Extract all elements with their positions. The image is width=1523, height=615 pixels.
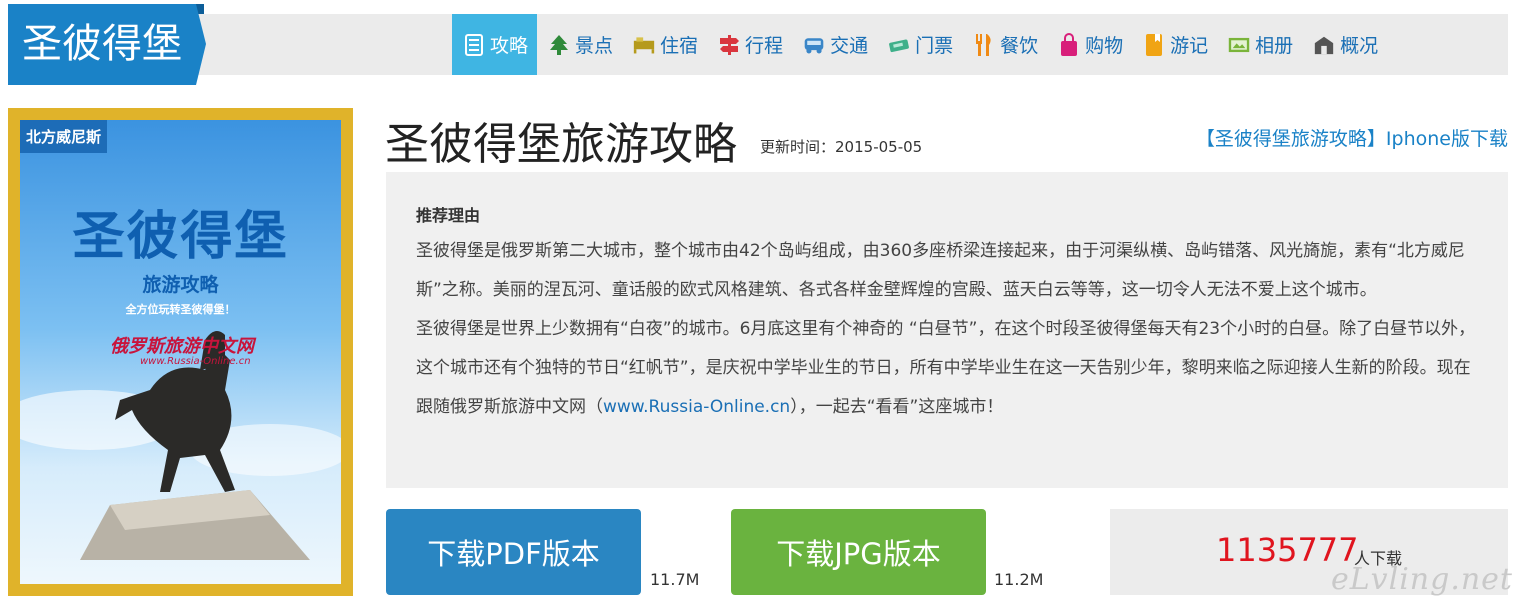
recommendation-paragraph-2: 圣彼得堡是世界上少数拥有“白夜”的城市。6月底这里有个神奇的 “白昼节”，在这个… [416,310,1478,427]
guide-cover-image[interactable]: 北方威尼斯 圣彼得堡 旅游攻略 全方位玩转圣彼得堡！ 俄罗斯旅游中文网 www.… [8,108,353,596]
cover-tag: 北方威尼斯 [20,120,108,153]
tab-label: 行程 [745,35,784,57]
tab-itinerary[interactable]: 行程 [707,14,792,75]
document-icon [463,33,485,56]
download-pdf-button[interactable]: 下载PDF版本 [386,509,641,595]
cover-title: 圣彼得堡 [72,207,289,267]
signpost-icon [718,34,740,56]
brand-title[interactable]: 圣彼得堡 [8,4,206,85]
jpg-file-size: 11.2M [994,570,1044,589]
bed-icon [633,34,655,56]
paragraph-text: ），一起去“看看”这座城市！ [790,397,1004,417]
tab-label: 游记 [1170,35,1209,57]
bus-icon [803,34,825,56]
watermark: eLvling.net [1330,562,1513,597]
tab-label: 购物 [1085,35,1124,57]
tab-album[interactable]: 相册 [1217,14,1302,75]
page-title: 圣彼得堡旅游攻略 [385,119,737,170]
ticket-icon [888,34,910,56]
tab-label: 住宿 [660,35,699,57]
tab-tickets[interactable]: 门票 [877,14,962,75]
update-date: 2015-05-05 [835,138,923,156]
recommendation-box: 推荐理由 圣彼得堡是俄罗斯第二大城市，整个城市由42个岛屿组成，由360多座桥梁… [386,172,1508,488]
notebook-icon [1143,33,1165,56]
update-label: 更新时间： [760,138,836,156]
download-jpg-button[interactable]: 下载JPG版本 [731,509,986,595]
tab-attractions[interactable]: 景点 [537,14,622,75]
tab-label: 攻略 [490,35,529,57]
fork-icon [973,33,995,56]
tab-travelogue[interactable]: 游记 [1132,14,1217,75]
cover-url: www.Russia-Online.cn [140,356,251,367]
tab-shopping[interactable]: 购物 [1047,14,1132,75]
cover-artwork: 北方威尼斯 圣彼得堡 旅游攻略 全方位玩转圣彼得堡！ 俄罗斯旅游中文网 www.… [20,120,341,584]
tree-icon [548,34,570,56]
bag-icon [1058,32,1080,56]
tab-label: 交通 [830,35,869,57]
tab-overview[interactable]: 概况 [1302,14,1387,75]
tab-label: 门票 [915,35,954,57]
tab-guide[interactable]: 攻略 [452,14,538,75]
iphone-download-link[interactable]: 【圣彼得堡旅游攻略】Iphone版下载 [1196,124,1508,151]
tab-label: 景点 [575,35,614,57]
pdf-file-size: 11.7M [650,570,700,589]
cover-logo: 俄罗斯旅游中文网 [110,336,254,357]
house-icon [1313,34,1335,56]
site-link[interactable]: www.Russia-Online.cn [603,397,790,417]
nav-tabs: 攻略 景点 住宿 行程 交通 门票 餐饮 购物 游记 相册 概况 [452,14,1387,75]
tab-dining[interactable]: 餐饮 [962,14,1047,75]
recommendation-paragraph-1: 圣彼得堡是俄罗斯第二大城市，整个城市由42个岛屿组成，由360多座桥梁连接起来，… [416,241,1465,300]
cover-subtitle: 旅游攻略 [142,274,219,296]
tab-lodging[interactable]: 住宿 [622,14,707,75]
photo-icon [1228,34,1250,56]
tab-label: 概况 [1340,35,1379,57]
tab-transport[interactable]: 交通 [792,14,877,75]
cover-tagline: 全方位玩转圣彼得堡！ [125,303,236,316]
update-time: 更新时间：2015-05-05 [760,136,922,157]
tab-label: 餐饮 [1000,35,1039,57]
tab-label: 相册 [1255,35,1294,57]
recommendation-heading: 推荐理由 [416,206,481,225]
